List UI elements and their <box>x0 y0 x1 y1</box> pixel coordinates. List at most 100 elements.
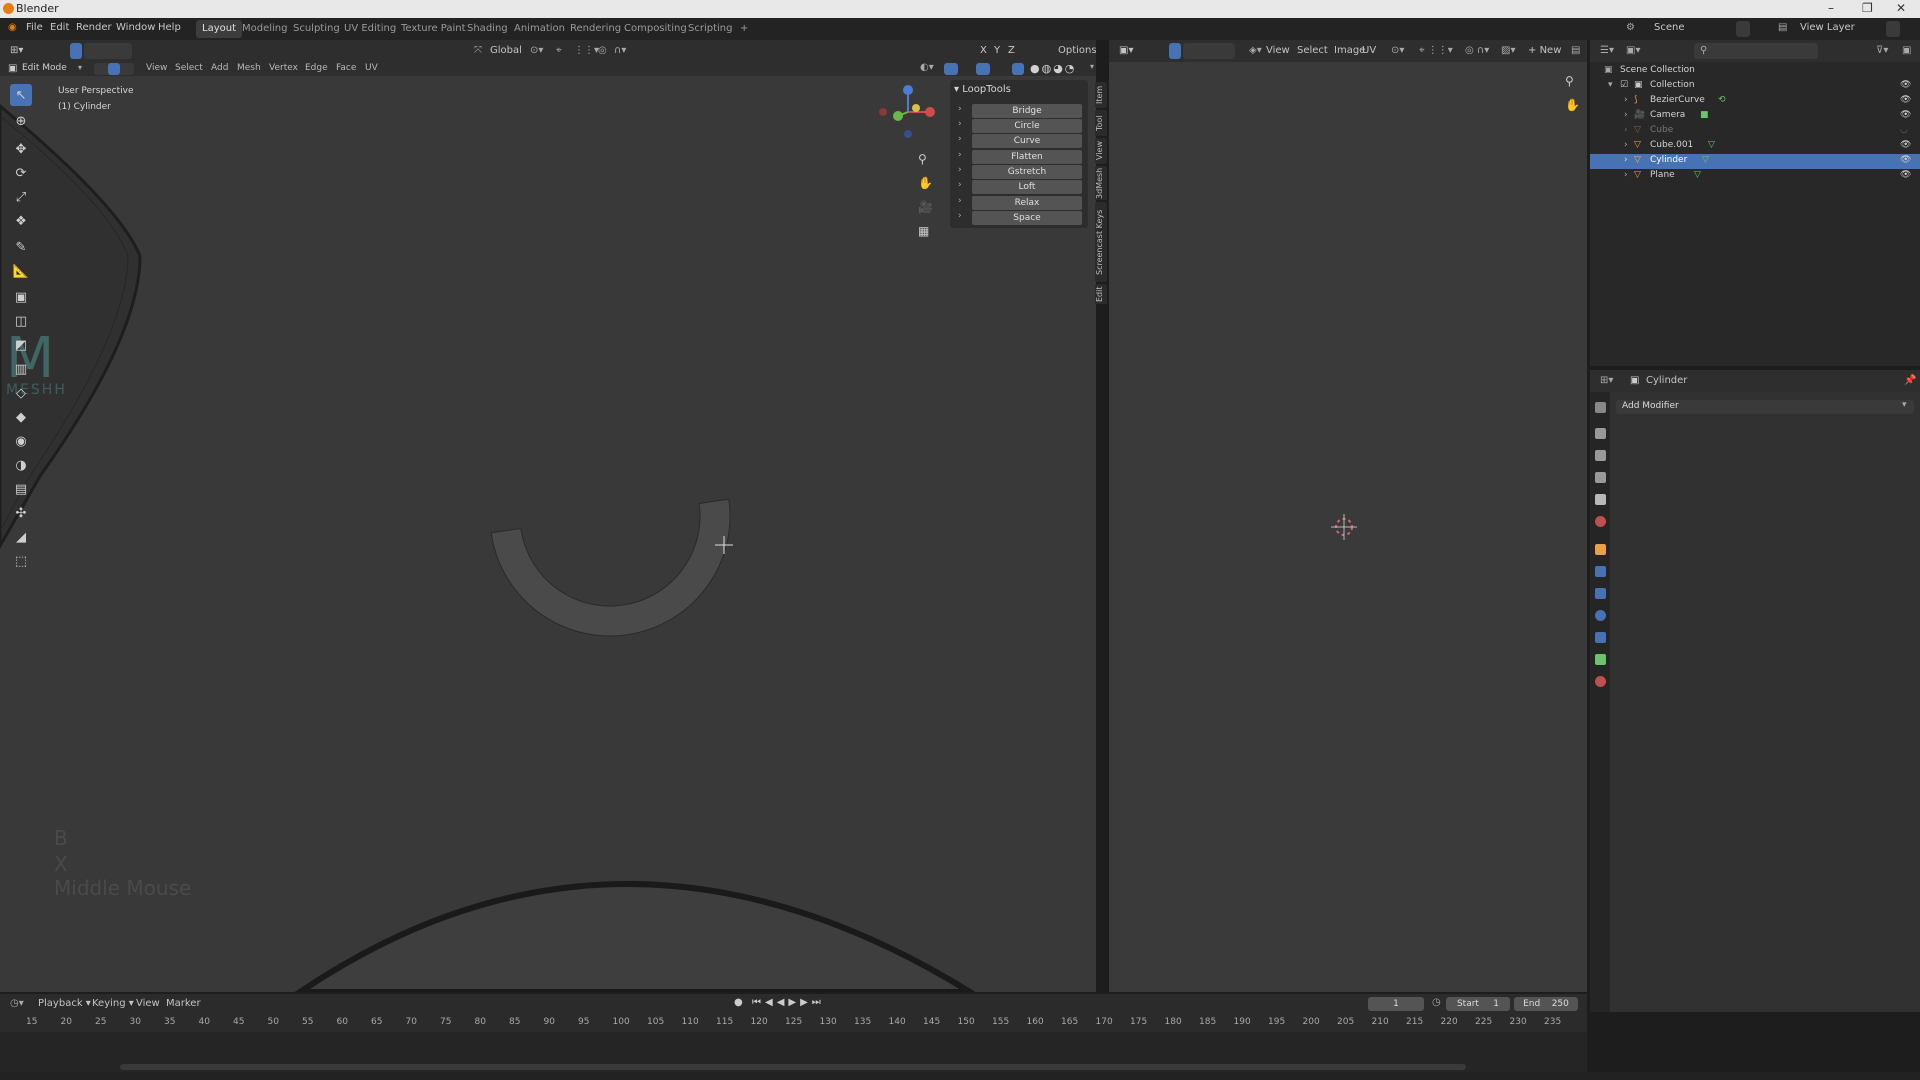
menu-help[interactable]: Help <box>158 22 181 33</box>
rip-tool-icon[interactable]: ⬚ <box>10 550 32 572</box>
menu-mesh[interactable]: Mesh <box>237 63 261 73</box>
scene-tab-icon[interactable] <box>1595 494 1606 505</box>
sidebar-tab-3dmesh[interactable]: 3dMesh <box>1095 166 1107 200</box>
view-layer-tab-icon[interactable] <box>1595 472 1606 483</box>
chevron-right-icon[interactable]: › <box>1624 110 1628 120</box>
new-view-layer-icon[interactable] <box>1886 21 1900 37</box>
visibility-eye-icon[interactable]: 👁 <box>1900 95 1911 105</box>
loop-cut-tool-icon[interactable]: ▥ <box>10 358 32 380</box>
properties-type-icon[interactable]: ⊞▾ <box>1600 375 1613 386</box>
looptools-bridge[interactable]: › Bridge <box>954 104 1084 118</box>
outliner-item-cube-001[interactable]: › ▽ Cube.001 ▽ 👁 <box>1590 139 1920 154</box>
open-image-icon[interactable]: ▤ <box>1571 45 1580 56</box>
transform-tool-icon[interactable]: ❖ <box>10 210 32 232</box>
close-icon[interactable]: ✕ <box>1896 1 1906 15</box>
uv-proportional-icon[interactable]: ◎ ∩▾ <box>1465 45 1489 56</box>
data-tab-icon[interactable] <box>1595 654 1606 665</box>
menu-render[interactable]: Render <box>76 22 112 33</box>
looptools-relax[interactable]: › Relax <box>954 196 1084 210</box>
edge-slide-tool-icon[interactable]: ▤ <box>10 478 32 500</box>
menu-add[interactable]: Add <box>211 63 228 73</box>
timeline-body[interactable] <box>0 1032 1587 1072</box>
select-tool-icon[interactable]: ↖ <box>10 84 32 106</box>
chevron-right-icon[interactable]: › <box>1624 170 1628 180</box>
new-collection-icon[interactable]: ▣ <box>1902 45 1911 56</box>
outliner-scene-collection[interactable]: ▣ Scene Collection <box>1590 64 1920 79</box>
annotate-tool-icon[interactable]: ✎ <box>10 236 32 258</box>
menu-edge[interactable]: Edge <box>305 63 328 73</box>
timeline-menu-playback[interactable]: Playback ▾ <box>38 998 91 1009</box>
options-dropdown[interactable]: Options <box>1058 45 1097 56</box>
pin-icon[interactable]: 📌 <box>1904 375 1916 386</box>
outliner-search-input[interactable] <box>1694 43 1818 59</box>
visibility-eye-icon[interactable]: 👁 <box>1900 155 1911 165</box>
mode-dropdown[interactable]: Edit Mode <box>22 63 67 73</box>
uv-view-icon[interactable]: ◈▾ <box>1249 45 1262 56</box>
blender-menu-icon[interactable]: ◉ <box>8 22 17 33</box>
outliner-item-cylinder[interactable]: › ▽ Cylinder ▽ 👁 <box>1590 154 1920 169</box>
editor-type-icon[interactable]: ⊞▾ <box>10 45 23 56</box>
display-mode-icon[interactable]: ▣▾ <box>1626 45 1640 56</box>
menu-select[interactable]: Select <box>175 63 203 73</box>
view-layer-name[interactable]: View Layer <box>1800 22 1855 33</box>
mirror-axis-x[interactable]: X <box>980 45 987 56</box>
add-modifier-dropdown[interactable]: Add Modifier ▾ <box>1616 400 1914 414</box>
falloff-icon[interactable]: ∩▾ <box>614 45 626 56</box>
selection-mode-group[interactable] <box>84 43 132 59</box>
arc-mesh[interactable] <box>490 498 745 651</box>
uv-sync-icon[interactable] <box>1169 43 1181 59</box>
tab-sculpting[interactable]: Sculpting <box>287 20 346 38</box>
timeline-scrollbar[interactable] <box>120 1064 1466 1070</box>
poly-build-tool-icon[interactable]: ◆ <box>10 406 32 428</box>
image-menu-view[interactable]: View <box>1266 45 1290 56</box>
timeline-menu-keying[interactable]: Keying ▾ <box>92 998 134 1009</box>
timeline-menu-marker[interactable]: Marker <box>166 998 201 1009</box>
image-zoom-icon[interactable]: ⚲ <box>1565 74 1574 88</box>
add-workspace-button[interactable]: + <box>734 20 754 38</box>
filter-icon[interactable]: ⊽▾ <box>1876 45 1888 56</box>
snap-target-icon[interactable]: ⋮⋮▾ <box>574 45 599 56</box>
menu-vertex[interactable]: Vertex <box>269 63 298 73</box>
visibility-eye-icon[interactable]: 👁 <box>1900 80 1911 90</box>
new-image-button[interactable]: + New <box>1528 45 1561 56</box>
shear-tool-icon[interactable]: ◢ <box>10 526 32 548</box>
minimize-icon[interactable]: – <box>1828 1 1834 15</box>
tab-scripting[interactable]: Scripting <box>682 20 738 38</box>
outliner-type-icon[interactable]: ☰▾ <box>1600 45 1614 56</box>
shrink-tool-icon[interactable]: ✣ <box>10 502 32 524</box>
ortho-toggle-icon[interactable]: ▦ <box>918 224 929 238</box>
uv-pivot-icon[interactable]: ⊙▾ <box>1391 45 1404 56</box>
modifier-tab-icon[interactable] <box>1595 566 1606 577</box>
material-tab-icon[interactable] <box>1595 676 1606 687</box>
menu-view[interactable]: View <box>146 63 167 73</box>
menu-window[interactable]: Window <box>116 22 155 33</box>
record-icon[interactable]: ● <box>734 997 743 1008</box>
sidebar-tab-tool[interactable]: Tool <box>1095 110 1107 136</box>
tool-tab-icon[interactable] <box>1595 402 1606 413</box>
xray-toggle-icon[interactable] <box>1012 63 1024 75</box>
edge-select-mode-button[interactable] <box>108 63 120 75</box>
world-tab-icon[interactable] <box>1595 516 1606 527</box>
constraints-tab-icon[interactable] <box>1595 632 1606 643</box>
looptools-curve[interactable]: › Curve <box>954 134 1084 148</box>
checkbox-icon[interactable]: ☑ <box>1620 80 1628 90</box>
chevron-right-icon[interactable]: › <box>1624 125 1628 135</box>
menu-edit[interactable]: Edit <box>50 22 69 33</box>
image-menu-image[interactable]: Image <box>1334 45 1365 56</box>
inset-tool-icon[interactable]: ◫ <box>10 310 32 332</box>
sidebar-tab-item[interactable]: Item <box>1095 82 1107 108</box>
timer-icon[interactable]: ◷ <box>1432 997 1441 1008</box>
maximize-icon[interactable]: ❐ <box>1862 1 1873 15</box>
end-frame-field[interactable]: End 250 <box>1514 997 1578 1011</box>
zoom-icon[interactable]: ⚲ <box>918 152 927 166</box>
mirror-axis-z[interactable]: Z <box>1008 45 1015 56</box>
chevron-right-icon[interactable]: › <box>1624 140 1628 150</box>
image-browse-icon[interactable]: ▨▾ <box>1501 45 1515 56</box>
looptools-gstretch[interactable]: › Gstretch <box>954 165 1084 179</box>
pivot-icon[interactable]: ⊙▾ <box>530 45 543 56</box>
measure-tool-icon[interactable]: 📐 <box>10 260 32 282</box>
outliner-item-beziercurve[interactable]: › ⟆ BezierCurve ⟲ 👁 <box>1590 94 1920 109</box>
uv-snap-icon[interactable]: ⌖ ⋮⋮▾ <box>1419 45 1453 56</box>
particles-tab-icon[interactable] <box>1595 588 1606 599</box>
chevron-right-icon[interactable]: › <box>1624 155 1628 165</box>
